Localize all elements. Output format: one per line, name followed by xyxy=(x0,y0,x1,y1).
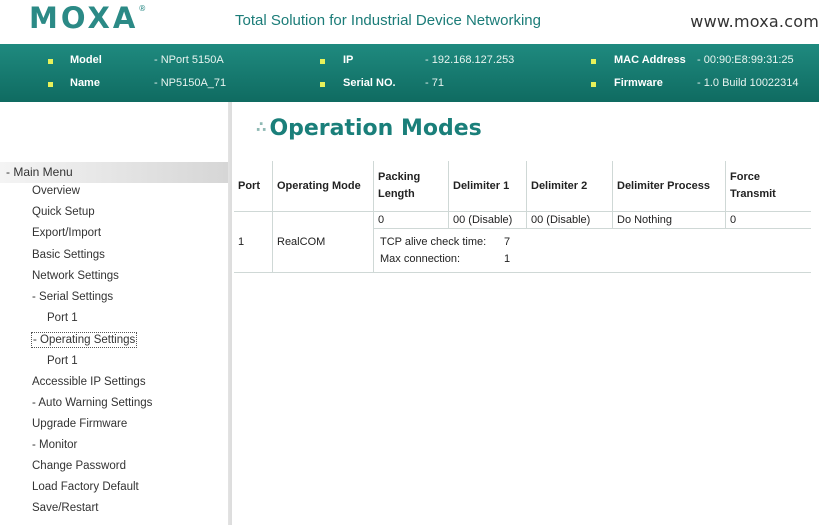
title-dots-icon: ∴ xyxy=(256,118,267,136)
menu-item-accessible-ip[interactable]: Accessible IP Settings xyxy=(32,375,146,389)
header: MOXA® Total Solution for Industrial Devi… xyxy=(0,0,819,44)
menu-item-change-password[interactable]: Change Password xyxy=(32,459,126,473)
mac-value: - 00:90:E8:99:31:25 xyxy=(697,54,794,66)
col-delimiter-2: Delimiter 2 xyxy=(526,161,613,212)
menu-item-quick-setup[interactable]: Quick Setup xyxy=(32,205,95,219)
firmware-value: - 1.0 Build 10022314 xyxy=(697,77,799,89)
table-row: 1 RealCOM 0 00 (Disable) 00 (Disable) Do… xyxy=(234,211,811,273)
col-operating-mode: Operating Mode xyxy=(272,161,374,212)
moxa-logo[interactable]: MOXA® xyxy=(29,1,146,35)
main-menu-header[interactable]: - Main Menu xyxy=(0,162,228,183)
menu-item-basic-settings[interactable]: Basic Settings xyxy=(32,248,105,262)
col-force-transmit: Force Transmit xyxy=(725,161,811,212)
menu-item-overview[interactable]: Overview xyxy=(32,184,80,198)
bullet-icon xyxy=(320,59,325,64)
cell-delimiter-process: Do Nothing xyxy=(612,211,726,229)
bullet-icon xyxy=(591,82,596,87)
cell-details: TCP alive check time: 7 Max connection: 1 xyxy=(373,228,811,273)
bullet-icon xyxy=(48,82,53,87)
max-connection-line: Max connection: 1 xyxy=(380,251,807,268)
serial-value: - 71 xyxy=(425,77,444,89)
serial-label: Serial NO. xyxy=(343,77,396,89)
tagline: Total Solution for Industrial Device Net… xyxy=(235,12,541,29)
cell-delimiter-1: 00 (Disable) xyxy=(448,211,527,229)
name-label: Name xyxy=(70,77,100,89)
info-row-1: Model - NPort 5150A IP - 192.168.127.253… xyxy=(0,54,819,74)
cell-packing-length: 0 xyxy=(373,211,449,229)
force-line-1: Force xyxy=(730,171,760,183)
mac-label: MAC Address xyxy=(614,54,686,66)
packing-line-2: Length xyxy=(378,188,415,200)
sidebar: - Main Menu Overview Quick Setup Export/… xyxy=(0,102,228,525)
menu-item-operating-port-1[interactable]: Port 1 xyxy=(47,354,78,368)
cell-port: 1 xyxy=(234,211,273,273)
max-connection-value: 1 xyxy=(504,252,511,265)
menu-item-save-restart[interactable]: Save/Restart xyxy=(32,501,98,515)
menu-item-operating-settings[interactable]: - Operating Settings xyxy=(31,332,138,348)
bullet-icon xyxy=(320,82,325,87)
bullet-icon xyxy=(591,59,596,64)
bullet-icon xyxy=(48,59,53,64)
menu-item-serial-settings[interactable]: - Serial Settings xyxy=(32,290,113,304)
registered-mark: ® xyxy=(138,4,147,14)
model-label: Model xyxy=(70,54,102,66)
device-info-bar: Model - NPort 5150A IP - 192.168.127.253… xyxy=(0,44,819,102)
logo-text: MOXA xyxy=(29,1,139,35)
tcp-alive-value: 7 xyxy=(504,235,511,248)
model-value: - NPort 5150A xyxy=(154,54,224,66)
tcp-alive-line: TCP alive check time: 7 xyxy=(380,234,807,251)
cell-delimiter-2: 00 (Disable) xyxy=(526,211,613,229)
info-row-2: Name - NP5150A_71 Serial NO. - 71 Firmwa… xyxy=(0,77,819,97)
tcp-alive-label: TCP alive check time: xyxy=(380,235,487,248)
firmware-label: Firmware xyxy=(614,77,663,89)
max-connection-label: Max connection: xyxy=(380,252,461,265)
packing-line-1: Packing xyxy=(378,171,421,183)
col-packing-length: Packing Length xyxy=(373,161,449,212)
cell-operating-mode[interactable]: RealCOM xyxy=(272,211,374,273)
ip-label: IP xyxy=(343,54,354,66)
menu-item-upgrade-firmware[interactable]: Upgrade Firmware xyxy=(32,417,127,431)
menu-item-load-factory-default[interactable]: Load Factory Default xyxy=(32,480,139,494)
page-title: ∴ Operation Modes xyxy=(256,116,482,141)
table-header-row: Port Operating Mode Packing Length Delimi… xyxy=(234,161,811,212)
ip-value: - 192.168.127.253 xyxy=(425,54,515,66)
force-line-2: Transmit xyxy=(730,188,776,200)
col-delimiter-1: Delimiter 1 xyxy=(448,161,527,212)
col-port: Port xyxy=(234,161,273,212)
menu-item-network-settings[interactable]: Network Settings xyxy=(32,269,119,283)
menu-item-serial-port-1[interactable]: Port 1 xyxy=(47,311,78,325)
page-title-text: Operation Modes xyxy=(269,116,482,141)
cell-force-transmit: 0 xyxy=(725,211,811,229)
menu-item-export-import[interactable]: Export/Import xyxy=(32,226,101,240)
menu-item-monitor[interactable]: - Monitor xyxy=(32,438,77,452)
col-delimiter-process: Delimiter Process xyxy=(612,161,726,212)
name-value: - NP5150A_71 xyxy=(154,77,227,89)
website-link[interactable]: www.moxa.com xyxy=(690,12,819,31)
menu-item-auto-warning[interactable]: - Auto Warning Settings xyxy=(32,396,152,410)
operation-modes-table: Port Operating Mode Packing Length Delimi… xyxy=(234,161,811,273)
